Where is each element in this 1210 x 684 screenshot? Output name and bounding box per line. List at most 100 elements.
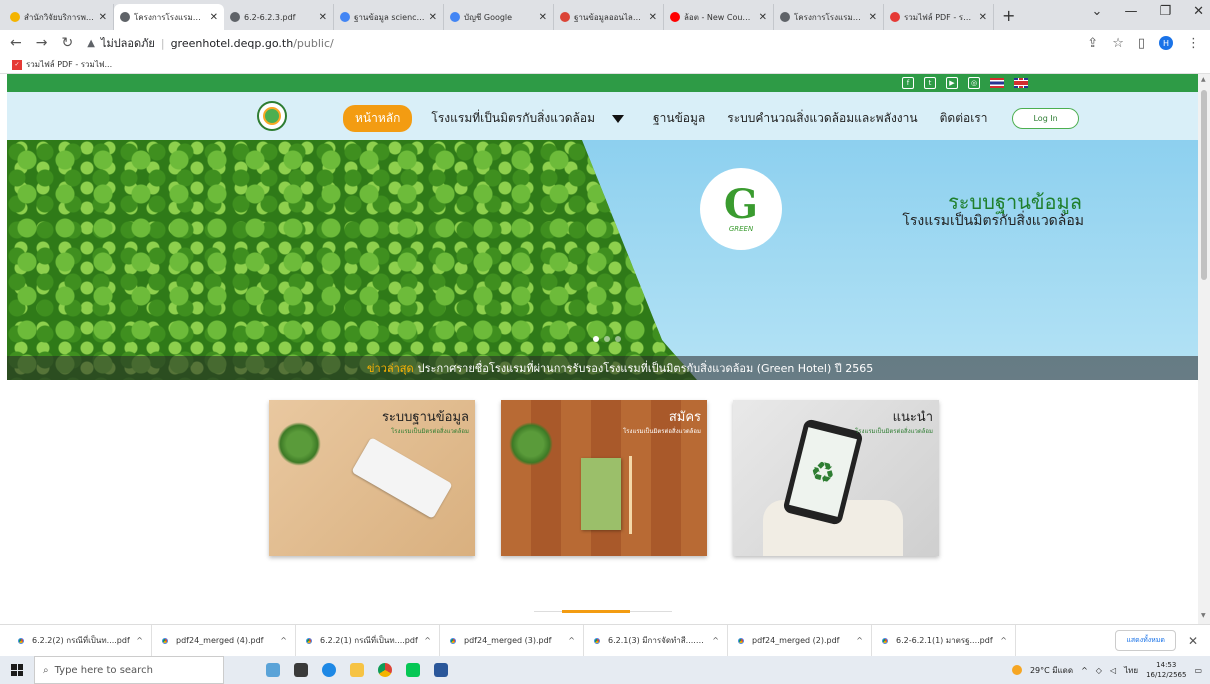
close-window-icon[interactable]: ✕ bbox=[1193, 4, 1204, 19]
carousel-dot[interactable] bbox=[615, 336, 621, 342]
tab-favicon bbox=[780, 12, 790, 22]
url-field[interactable]: ▲ ไม่ปลอดภัย | greenhotel.deqp.go.th/pub… bbox=[87, 34, 334, 52]
browser-tab-active[interactable]: โครงการโรงแรมที่เป็นมิตร...✕ bbox=[114, 4, 224, 30]
star-icon[interactable]: ☆ bbox=[1112, 36, 1124, 51]
notification-icon[interactable]: ▭ bbox=[1194, 666, 1202, 675]
close-icon[interactable]: ✕ bbox=[759, 12, 767, 23]
nav-contact[interactable]: ติดต่อเรา bbox=[929, 105, 999, 132]
windows-taskbar: ⌕ Type here to search 29°C มีแดด ^ ◇ ◁ ไ… bbox=[0, 656, 1210, 684]
close-icon[interactable]: ✕ bbox=[649, 12, 657, 23]
scroll-up-icon[interactable]: ▲ bbox=[1201, 76, 1206, 83]
restore-icon[interactable]: ❐ bbox=[1159, 4, 1171, 19]
download-item[interactable]: pdf24_merged (4).pdf ^ bbox=[152, 624, 296, 657]
security-label[interactable]: ไม่ปลอดภัย bbox=[101, 34, 155, 52]
instagram-icon[interactable]: ◎ bbox=[968, 77, 980, 89]
taskbar-search[interactable]: ⌕ Type here to search bbox=[34, 656, 224, 684]
card-title: ระบบฐานข้อมูล bbox=[381, 410, 469, 425]
news-widget-icon[interactable] bbox=[266, 663, 280, 677]
nav-database[interactable]: ฐานข้อมูล bbox=[642, 105, 716, 132]
browser-tab[interactable]: ล้อต - New Country [✕ bbox=[664, 4, 774, 30]
close-icon[interactable]: ✕ bbox=[99, 12, 107, 23]
share-icon[interactable]: ⇪ bbox=[1087, 36, 1098, 51]
login-button[interactable]: Log In bbox=[1012, 108, 1079, 129]
page-scrollbar[interactable]: ▲ ▼ bbox=[1198, 74, 1210, 624]
file-explorer-icon[interactable] bbox=[350, 663, 364, 677]
warning-icon[interactable]: ▲ bbox=[87, 38, 95, 49]
close-icon[interactable]: ✕ bbox=[210, 12, 218, 23]
language-indicator[interactable]: ไทย bbox=[1124, 664, 1138, 677]
minimize-icon[interactable]: — bbox=[1124, 4, 1137, 19]
chevron-up-icon[interactable]: ^ bbox=[136, 636, 143, 645]
network-icon[interactable]: ◇ bbox=[1096, 666, 1102, 675]
side-panel-icon[interactable]: ▯ bbox=[1138, 36, 1145, 51]
download-item[interactable]: 6.2-6.2.1(1) มาตรฐ....pdf ^ bbox=[872, 624, 1016, 657]
more-menu-icon[interactable]: ⋮ bbox=[1187, 36, 1200, 51]
youtube-icon[interactable]: ▶ bbox=[946, 77, 958, 89]
new-tab-button[interactable]: + bbox=[994, 4, 1023, 30]
volume-icon[interactable]: ◁ bbox=[1110, 666, 1116, 675]
news-text[interactable]: ประกาศรายชื่อโรงแรมที่ผ่านการรับรองโรงแร… bbox=[418, 359, 874, 377]
chevron-up-icon[interactable]: ^ bbox=[856, 636, 863, 645]
close-icon[interactable]: ✕ bbox=[869, 12, 877, 23]
dropdown-caret-icon[interactable] bbox=[612, 114, 625, 123]
scroll-down-icon[interactable]: ▼ bbox=[1201, 612, 1206, 619]
scrollbar-thumb[interactable] bbox=[1201, 90, 1207, 280]
uk-flag-icon[interactable] bbox=[1014, 78, 1028, 88]
show-all-downloads-button[interactable]: แสดงทั้งหมด bbox=[1115, 630, 1176, 651]
news-ticker[interactable]: ข่าวล่าสุด ประกาศรายชื่อโรงแรมที่ผ่านการ… bbox=[7, 356, 1198, 380]
download-item[interactable]: pdf24_merged (2).pdf ^ bbox=[728, 624, 872, 657]
close-icon[interactable]: ✕ bbox=[429, 12, 437, 23]
browser-tab[interactable]: 6.2-6.2.3.pdf ✕ bbox=[224, 4, 334, 30]
close-icon[interactable]: ✕ bbox=[979, 12, 987, 23]
facebook-icon[interactable]: f bbox=[902, 77, 914, 89]
chrome-icon bbox=[304, 635, 314, 646]
chevron-up-icon[interactable]: ^ bbox=[280, 636, 287, 645]
forward-icon[interactable]: → bbox=[36, 35, 48, 51]
card-database[interactable]: ระบบฐานข้อมูล โรงแรมเป็นมิตรต่อสิ่งแวดล้… bbox=[269, 400, 475, 556]
chevron-up-icon[interactable]: ^ bbox=[568, 636, 575, 645]
chevron-up-icon[interactable]: ^ bbox=[1081, 666, 1088, 675]
tab-search-icon[interactable]: ⌄ bbox=[1092, 4, 1103, 19]
weather-text[interactable]: 29°C มีแดด bbox=[1030, 664, 1073, 677]
download-item[interactable]: 6.2.2(1) กรณีที่เป็นท....pdf ^ bbox=[296, 624, 440, 657]
task-view-icon[interactable] bbox=[294, 663, 308, 677]
nav-calculator[interactable]: ระบบคำนวณสิ่งแวดล้อมและพลังงาน bbox=[716, 105, 928, 132]
windows-start-icon[interactable] bbox=[0, 656, 34, 684]
chrome-icon[interactable] bbox=[378, 663, 392, 677]
nav-friendly-hotels[interactable]: โรงแรมที่เป็นมิตรกับสิ่งแวดล้อม bbox=[420, 105, 606, 132]
card-title: แนะนำ bbox=[892, 410, 933, 425]
close-icon[interactable]: ✕ bbox=[539, 12, 547, 23]
download-item[interactable]: 6.2.2(2) กรณีที่เป็นท....pdf ^ bbox=[8, 624, 152, 657]
site-logo[interactable] bbox=[257, 101, 287, 131]
chevron-up-icon[interactable]: ^ bbox=[424, 636, 431, 645]
browser-tab[interactable]: บัญชี Google ✕ bbox=[444, 4, 554, 30]
chevron-up-icon[interactable]: ^ bbox=[712, 636, 719, 645]
hero-banner[interactable]: G GREEN ระบบฐานข้อมูล โรงแรมเป็นมิตรกับส… bbox=[7, 140, 1198, 380]
edge-icon[interactable] bbox=[322, 663, 336, 677]
carousel-dots bbox=[593, 336, 621, 342]
clock[interactable]: 14:53 16/12/2565 bbox=[1146, 660, 1186, 680]
bookmark-item[interactable]: รวมไฟล์ PDF - รวมไฟ... bbox=[26, 58, 112, 71]
browser-tab[interactable]: รวมไฟล์ PDF - รวมไฟ✕ bbox=[884, 4, 994, 30]
close-icon[interactable]: ✕ bbox=[1188, 634, 1198, 648]
browser-tab[interactable]: ฐานข้อมูลออนไลน์ของสำ...✕ bbox=[554, 4, 664, 30]
line-icon[interactable] bbox=[406, 663, 420, 677]
download-item[interactable]: 6.2.1(3) มีการจัดทำสี....pdf ^ bbox=[584, 624, 728, 657]
thai-flag-icon[interactable] bbox=[990, 78, 1004, 88]
card-register[interactable]: สมัคร โรงแรมเป็นมิตรต่อสิ่งแวดล้อม bbox=[501, 400, 707, 556]
word-icon[interactable] bbox=[434, 663, 448, 677]
nav-home[interactable]: หน้าหลัก bbox=[343, 105, 413, 132]
card-recommend[interactable]: ♻ แนะนำ โรงแรมเป็นมิตรต่อสิ่งแวดล้อม bbox=[733, 400, 939, 556]
carousel-dot[interactable] bbox=[593, 336, 599, 342]
twitter-icon[interactable]: t bbox=[924, 77, 936, 89]
profile-avatar[interactable]: H bbox=[1159, 36, 1173, 50]
browser-tab[interactable]: ฐานข้อมูล science direct✕ bbox=[334, 4, 444, 30]
reload-icon[interactable]: ↻ bbox=[61, 35, 73, 51]
close-icon[interactable]: ✕ bbox=[319, 12, 327, 23]
carousel-dot[interactable] bbox=[604, 336, 610, 342]
browser-tab[interactable]: สำนักวิจัยบริการพลังงานทด...✕ bbox=[4, 4, 114, 30]
download-item[interactable]: pdf24_merged (3).pdf ^ bbox=[440, 624, 584, 657]
chevron-up-icon[interactable]: ^ bbox=[1000, 636, 1007, 645]
back-icon[interactable]: ← bbox=[10, 35, 22, 51]
browser-tab[interactable]: โครงการโรงแรมที่เป็นมิตร...✕ bbox=[774, 4, 884, 30]
